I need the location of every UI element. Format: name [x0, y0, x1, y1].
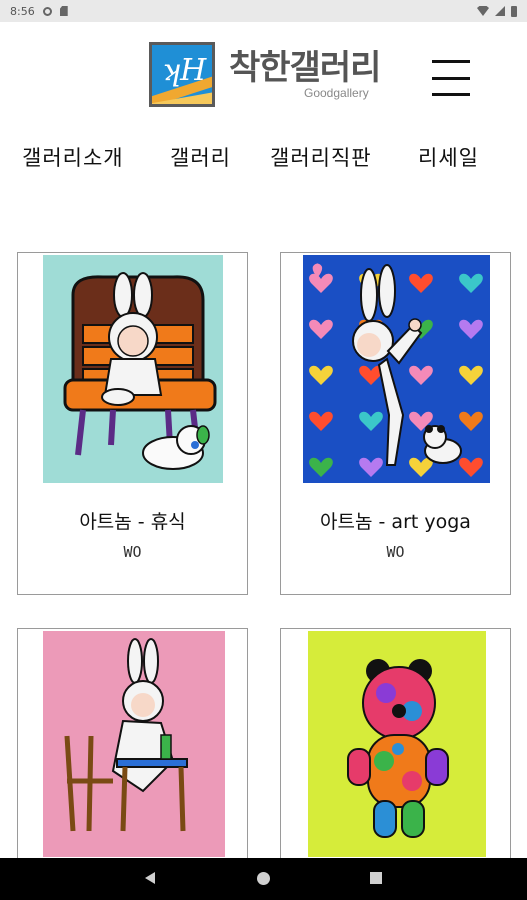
- artwork-image[interactable]: [303, 255, 490, 483]
- artwork-image[interactable]: [43, 255, 223, 483]
- logo-subtitle: Goodgallery: [304, 86, 369, 100]
- site-header: ʞH 착한갤러리 Goodgallery: [0, 22, 527, 132]
- nav-item-gallery-intro[interactable]: 갤러리소개: [22, 142, 124, 172]
- wifi-icon: [477, 6, 489, 16]
- status-bar: 8:56: [0, 0, 527, 22]
- artwork-card[interactable]: 아트놈 - art yoga WO: [280, 252, 511, 595]
- artwork-image[interactable]: [43, 631, 225, 857]
- artwork-title[interactable]: 아트놈 - art yoga: [281, 507, 510, 534]
- back-icon[interactable]: [145, 872, 155, 884]
- system-nav-bar: [0, 858, 527, 900]
- artwork-artist: WO: [123, 543, 142, 561]
- nav-item-gallery[interactable]: 갤러리: [170, 142, 231, 172]
- signal-icon: [495, 6, 505, 16]
- nav-item-gallery-direct-sale[interactable]: 갤러리직판: [270, 142, 372, 172]
- artwork-card[interactable]: 아트놈 - 휴식 WO: [17, 252, 248, 595]
- artwork-card[interactable]: [17, 628, 248, 868]
- sdcard-icon: [59, 6, 68, 16]
- gear-icon: [42, 6, 52, 16]
- artwork-title[interactable]: 아트놈 - 휴식: [18, 507, 247, 534]
- battery-icon: [511, 5, 517, 17]
- artwork-artist: WO: [386, 543, 405, 561]
- home-icon[interactable]: [257, 872, 270, 885]
- logo-image[interactable]: ʞH: [149, 42, 215, 107]
- hamburger-menu-icon[interactable]: [432, 60, 472, 96]
- artwork-card[interactable]: [280, 628, 511, 868]
- logo-name[interactable]: 착한갤러리: [229, 40, 381, 89]
- artwork-image[interactable]: [308, 631, 486, 857]
- main-nav: 갤러리소개 갤러리 갤러리직판 리세일: [0, 142, 527, 178]
- nav-item-resale[interactable]: 리세일: [418, 142, 479, 172]
- recent-apps-icon[interactable]: [370, 872, 382, 884]
- status-time: 8:56: [10, 4, 35, 18]
